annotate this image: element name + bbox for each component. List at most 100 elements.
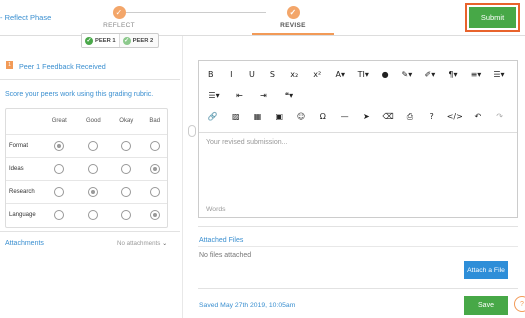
- tab-peer-2-label: PEER 2: [132, 37, 154, 44]
- rubric-radio[interactable]: [149, 209, 160, 220]
- editor-toolbar: B I U Sx₂ x² A▾ TI▾ ● ✎▾ ✐▾ ¶▾ ≡▾ ☰▾ ☰▾ ⇤ ⇥ ❝▾ 🔗 ▨ ▦ ▣ ☺ Ω — ➤…: [199, 61, 517, 133]
- rubric-criterion-label: Research: [6, 179, 42, 203]
- strikethrough-icon[interactable]: S: [265, 65, 281, 84]
- panel-resize-handle[interactable]: [188, 125, 196, 137]
- attachments-label: Attachments: [5, 240, 44, 247]
- underline-icon[interactable]: U: [244, 65, 260, 84]
- step-revise-label: REVISE: [280, 22, 306, 29]
- bold-icon[interactable]: B: [203, 65, 219, 84]
- print-icon[interactable]: ⎙: [402, 107, 419, 126]
- rubric-column-header: Bad: [149, 118, 161, 125]
- attach-file-button[interactable]: Attach a File: [464, 261, 508, 279]
- rubric-radio[interactable]: [88, 186, 99, 197]
- rubric-radio[interactable]: [149, 186, 160, 197]
- rubric-radio[interactable]: [149, 163, 160, 174]
- chevron-down-icon: ⌄: [162, 240, 168, 247]
- submit-highlight: Submit: [465, 3, 520, 32]
- rubric-row: Language: [6, 202, 167, 226]
- no-attachments-text: No attachments: [117, 240, 161, 247]
- undo-icon[interactable]: ↶: [469, 107, 486, 126]
- rubric-criterion-label: Language: [6, 202, 42, 226]
- rubric-radio[interactable]: [54, 186, 65, 197]
- video-icon[interactable]: ▣: [271, 107, 288, 126]
- step-reflect-label: REFLECT: [103, 22, 135, 29]
- editor-input[interactable]: Your revised submission...: [199, 133, 517, 152]
- select-all-icon[interactable]: ➤: [358, 107, 375, 126]
- rubric-criterion-label: Format: [6, 133, 42, 157]
- emoji-icon[interactable]: ☺: [293, 107, 310, 126]
- font-family-icon[interactable]: A▾: [331, 65, 349, 84]
- attached-files-title: Attached Files: [199, 237, 244, 244]
- step-reflect[interactable]: ✓ REFLECT: [84, 6, 154, 29]
- image-icon[interactable]: ▨: [227, 107, 244, 126]
- panel-divider: [182, 36, 183, 318]
- superscript-icon[interactable]: x²: [308, 65, 326, 84]
- attachments-dropdown[interactable]: No attachments ⌄: [117, 240, 167, 247]
- font-size-icon[interactable]: TI▾: [354, 65, 372, 84]
- divider: [0, 79, 180, 80]
- feedback-number-badge: 1: [6, 61, 13, 69]
- no-files-text: No files attached: [199, 252, 252, 259]
- rubric-criterion-label: Ideas: [6, 156, 42, 180]
- rubric-column-header: Good: [86, 118, 101, 125]
- divider: [0, 231, 180, 232]
- text-color-icon[interactable]: ●: [377, 65, 393, 84]
- clear-format-icon[interactable]: ✐▾: [421, 65, 439, 84]
- indent-icon[interactable]: ⇥: [254, 86, 273, 105]
- ordered-list-icon[interactable]: ☰▾: [490, 65, 508, 84]
- link-icon[interactable]: 🔗: [203, 107, 222, 126]
- special-char-icon[interactable]: Ω: [314, 107, 331, 126]
- rubric-column-header: Great: [51, 118, 67, 125]
- align-icon[interactable]: ≡▾: [467, 65, 485, 84]
- divider: [198, 288, 518, 289]
- rubric-radio[interactable]: [121, 163, 132, 174]
- rubric-row: Ideas: [6, 156, 167, 180]
- rubric-radio[interactable]: [88, 140, 99, 151]
- eraser-icon[interactable]: ⌫: [380, 107, 397, 126]
- rubric-radio[interactable]: [121, 209, 132, 220]
- step-complete-check-icon: ✓: [112, 6, 126, 19]
- rubric-radio[interactable]: [121, 140, 132, 151]
- toolbar-row: ☰▾ ⇤ ⇥ ❝▾: [203, 85, 513, 106]
- rubric-radio[interactable]: [54, 140, 65, 151]
- step-revise[interactable]: ✓ REVISE: [258, 6, 328, 29]
- divider: [198, 226, 518, 227]
- step-complete-check-icon: ✓: [286, 6, 300, 19]
- rubric-radio[interactable]: [54, 209, 65, 220]
- peer-tabs: ✓ PEER 1 ✓ PEER 2: [81, 33, 159, 48]
- tab-peer-1[interactable]: ✓ PEER 1: [82, 34, 120, 47]
- toolbar-row: 🔗 ▨ ▦ ▣ ☺ Ω — ➤ ⌫ ⎙? </> ↶ ↷: [203, 106, 513, 127]
- tab-peer-2[interactable]: ✓ PEER 2: [120, 34, 157, 47]
- unordered-list-icon[interactable]: ☰▾: [203, 86, 225, 105]
- rubric-radio[interactable]: [149, 140, 160, 151]
- toolbar-row: B I U Sx₂ x² A▾ TI▾ ● ✎▾ ✐▾ ¶▾ ≡▾ ☰▾: [203, 64, 513, 85]
- outdent-icon[interactable]: ⇤: [230, 86, 249, 105]
- redo-icon[interactable]: ↷: [491, 107, 508, 126]
- quote-icon[interactable]: ❝▾: [278, 86, 300, 105]
- help-icon[interactable]: ?: [514, 296, 525, 312]
- paragraph-icon[interactable]: ¶▾: [444, 65, 462, 84]
- rubric-radio[interactable]: [88, 209, 99, 220]
- rich-text-editor: B I U Sx₂ x² A▾ TI▾ ● ✎▾ ✐▾ ¶▾ ≡▾ ☰▾ ☰▾ ⇤ ⇥ ❝▾ 🔗 ▨ ▦ ▣ ☺ Ω — ➤…: [198, 60, 518, 218]
- code-view-icon[interactable]: </>: [445, 107, 464, 126]
- check-icon: ✓: [85, 36, 93, 45]
- help-icon[interactable]: ?: [423, 107, 440, 126]
- submit-button[interactable]: Submit: [469, 7, 516, 28]
- rubric-radio[interactable]: [54, 163, 65, 174]
- rubric-column-header: Okay: [119, 118, 134, 125]
- horizontal-line-icon[interactable]: —: [336, 107, 353, 126]
- rubric-hint: Score your peers work using this grading…: [5, 91, 154, 98]
- active-step-indicator: [252, 33, 334, 35]
- subscript-icon[interactable]: x₂: [285, 65, 303, 84]
- save-button[interactable]: Save: [464, 296, 508, 315]
- divider: [198, 246, 518, 247]
- rubric-row: Format: [6, 133, 167, 157]
- rubric-radio[interactable]: [121, 186, 132, 197]
- check-icon: ✓: [122, 36, 131, 45]
- rubric-radio[interactable]: [88, 163, 99, 174]
- italic-icon[interactable]: I: [224, 65, 240, 84]
- back-to-reflect-link[interactable]: - Reflect Phase: [0, 13, 51, 22]
- grading-rubric: Great Good Okay Bad Format Ideas Research L…: [5, 108, 168, 228]
- table-icon[interactable]: ▦: [249, 107, 266, 126]
- highlight-icon[interactable]: ✎▾: [398, 65, 416, 84]
